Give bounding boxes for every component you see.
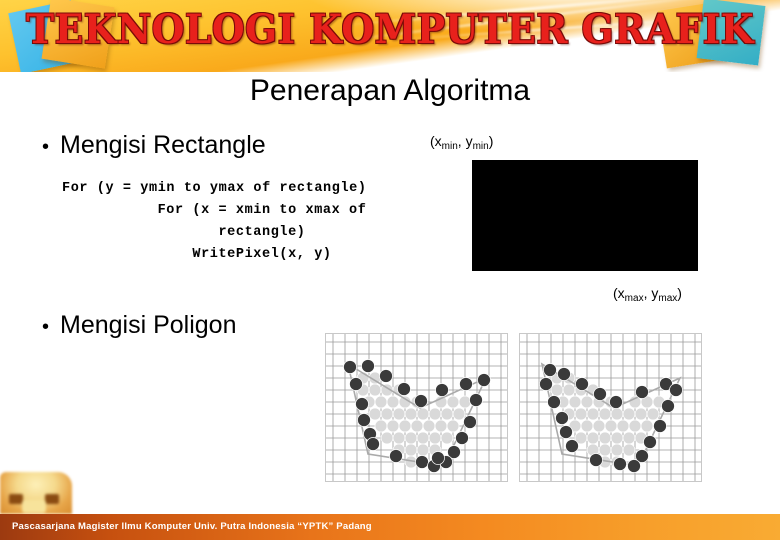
coordinate-min-open: (x: [430, 133, 442, 149]
pseudocode-line: WritePixel(x, y): [192, 247, 332, 262]
footer-text: Pascasarjana Magister Ilmu Komputer Univ…: [12, 521, 372, 532]
polygon-fill-figure-left: [325, 333, 508, 482]
coordinate-max-open: (x: [613, 285, 625, 301]
pseudocode-block: For (y = ymin to ymax of rectangle) For …: [62, 178, 462, 266]
coordinate-min-mid: , y: [457, 133, 473, 149]
coordinate-max-close: ): [677, 285, 682, 301]
bullet-label: Mengisi Rectangle: [60, 131, 266, 159]
page-title: Penerapan Algoritma: [249, 74, 531, 107]
coordinate-max-mid: , y: [643, 285, 659, 301]
bullet-item-mengisi-poligon: • Mengisi Poligon: [42, 311, 237, 340]
coordinate-min-sub-y: min: [472, 141, 489, 152]
pseudocode-line: For (x = xmin to xmax of: [157, 203, 367, 218]
footer-bar: Pascasarjana Magister Ilmu Komputer Univ…: [0, 514, 780, 540]
coordinate-min-sub-x: min: [441, 141, 458, 152]
polygon-fill-diagram-right: [520, 334, 701, 481]
bullet-item-mengisi-rectangle: • Mengisi Rectangle: [42, 131, 266, 160]
pseudocode-line: For (y = ymin to ymax of rectangle): [62, 181, 367, 196]
footer-decor-shape: [9, 494, 23, 504]
coordinate-max-sub-x: max: [624, 293, 644, 304]
filled-rectangle-demo: [472, 160, 698, 271]
footer-decor-icon: [0, 472, 72, 514]
coordinate-min-close: ): [488, 133, 494, 149]
banner-title: TEKNOLOGI KOMPUTER GRAFIK: [26, 6, 754, 53]
bullet-marker-icon: •: [42, 316, 50, 338]
polygon-fill-figure-right: [519, 333, 702, 482]
bullet-marker-icon: •: [42, 136, 50, 158]
pseudocode-line: rectangle): [218, 225, 306, 240]
coordinate-max-sub-y: max: [658, 293, 678, 304]
bullet-label: Mengisi Poligon: [60, 311, 237, 339]
page-banner: TEKNOLOGI KOMPUTER GRAFIK: [0, 0, 780, 72]
coordinate-label-min: (xmin, ymin): [430, 133, 494, 152]
coordinate-label-max: (xmax, ymax): [613, 285, 682, 304]
polygon-fill-diagram-left: [326, 334, 507, 481]
footer-decor-shape: [45, 494, 59, 504]
footer-decor-shape: [22, 500, 46, 513]
